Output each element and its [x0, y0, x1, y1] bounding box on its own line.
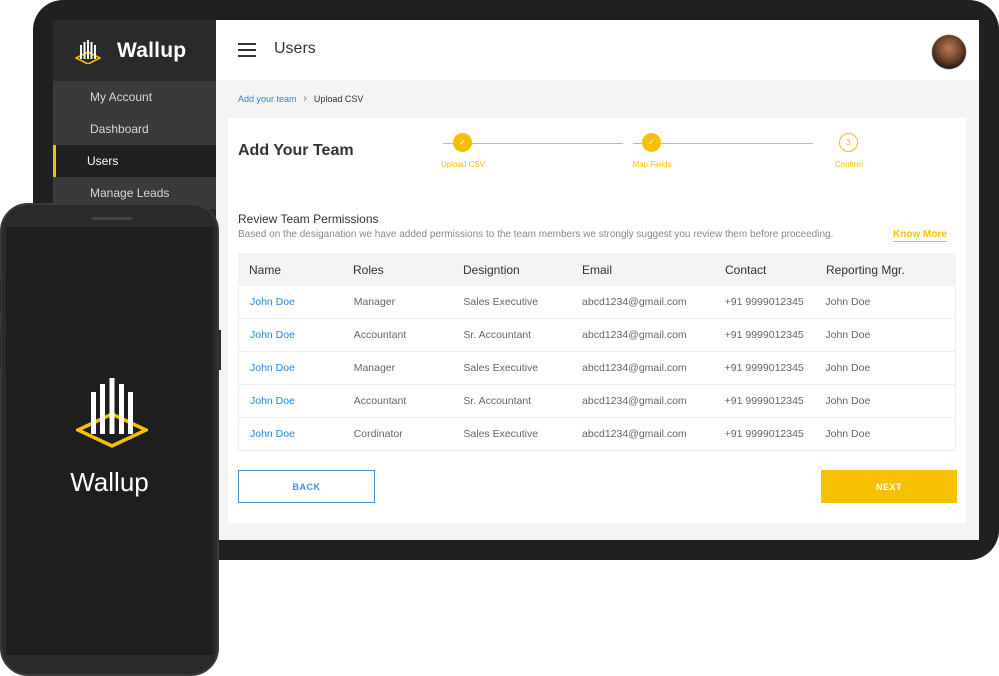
step-1-check-icon: ✓ [453, 133, 472, 152]
permissions-title: Review Team Permissions [238, 212, 379, 226]
member-name-link[interactable]: John Doe [250, 362, 295, 374]
chevron-right-icon: › [303, 93, 307, 104]
table-row: John Doe Manager Sales Executive abcd123… [238, 352, 956, 385]
cell-email: abcd1234@gmail.com [582, 296, 687, 308]
step-3-label: Confirm [834, 160, 864, 169]
phone-frame: Wallup [0, 203, 221, 676]
cell-role: Accountant [353, 395, 407, 407]
step-3-number: 3 [839, 133, 858, 152]
cell-contact: +91 9999012345 [724, 395, 804, 407]
brand-name: Wallup [117, 39, 187, 62]
cell-designation: Sales Executive [463, 296, 539, 308]
step-1-label: Upload CSV [440, 160, 486, 169]
header-email: Email [582, 262, 613, 277]
brand[interactable]: Wallup [75, 36, 186, 66]
table-row: John Doe Manager Sales Executive abcd123… [238, 286, 956, 319]
cell-reporting-mgr: John Doe [825, 395, 871, 407]
cell-reporting-mgr: John Doe [825, 428, 871, 440]
sidebar-item-my-account[interactable]: My Account [53, 81, 216, 113]
cell-contact: +91 9999012345 [724, 428, 804, 440]
cell-reporting-mgr: John Doe [825, 362, 871, 374]
team-table: Name Roles Designtion Email Contact Repo… [238, 253, 956, 451]
cell-role: Manager [353, 296, 396, 308]
cell-designation: Sr. Accountant [463, 329, 532, 341]
phone-volume-button [0, 330, 1, 370]
cell-designation: Sales Executive [463, 362, 539, 374]
cell-email: abcd1234@gmail.com [582, 395, 687, 407]
cell-role: Accountant [353, 329, 407, 341]
sidebar-item-label: Users [87, 154, 119, 168]
next-button[interactable]: NEXT [821, 470, 957, 503]
permissions-description: Based on the desiganation we have added … [238, 229, 834, 240]
cell-reporting-mgr: John Doe [825, 329, 871, 341]
member-name-link[interactable]: John Doe [250, 296, 295, 308]
phone-app-name: Wallup [70, 467, 149, 497]
wallup-logo-icon [75, 40, 101, 64]
cell-email: abcd1234@gmail.com [582, 362, 687, 374]
header-designation: Designtion [463, 262, 520, 277]
table-header: Name Roles Designtion Email Contact Repo… [238, 253, 956, 286]
cell-reporting-mgr: John Doe [825, 296, 871, 308]
header-roles: Roles [353, 262, 384, 277]
sidebar-item-users[interactable]: Users [53, 145, 216, 177]
table-row: John Doe Cordinator Sales Executive abcd… [238, 418, 956, 451]
step-2-check-icon: ✓ [642, 133, 661, 152]
page-title: Users [274, 40, 316, 57]
sidebar-item-dashboard[interactable]: Dashboard [53, 113, 216, 145]
phone-volume-button [0, 275, 1, 315]
wallup-logo-icon [76, 378, 148, 448]
phone-speaker [92, 217, 132, 220]
member-name-link[interactable]: John Doe [250, 329, 295, 341]
cell-email: abcd1234@gmail.com [582, 329, 687, 341]
breadcrumb: Add your team › Upload CSV [238, 93, 363, 104]
cell-contact: +91 9999012345 [724, 329, 804, 341]
header-name: Name [249, 262, 282, 277]
phone-power-button [218, 330, 221, 370]
cell-designation: Sales Executive [463, 428, 539, 440]
cell-contact: +91 9999012345 [724, 362, 804, 374]
breadcrumb-link[interactable]: Add your team [238, 94, 297, 104]
cell-email: abcd1234@gmail.com [582, 428, 687, 440]
breadcrumb-current: Upload CSV [313, 93, 364, 104]
sidebar-nav: My Account Dashboard Users Manage Leads [53, 81, 216, 209]
cell-designation: Sr. Accountant [463, 395, 532, 407]
know-more-link[interactable]: Know More [893, 229, 947, 242]
member-name-link[interactable]: John Doe [250, 395, 295, 407]
add-team-card: Add Your Team ✓ Upload CSV ✓ Map Fields … [228, 118, 966, 523]
table-row: John Doe Accountant Sr. Accountant abcd1… [238, 319, 956, 352]
member-name-link[interactable]: John Doe [250, 428, 295, 440]
sidebar-item-label: My Account [90, 90, 153, 104]
card-title: Add Your Team [238, 142, 354, 159]
cell-role: Manager [353, 362, 396, 374]
header-contact: Contact [725, 262, 767, 277]
back-button[interactable]: BACK [238, 470, 375, 503]
sidebar-item-label: Dashboard [90, 122, 149, 136]
table-row: John Doe Accountant Sr. Accountant abcd1… [238, 385, 956, 418]
cell-role: Cordinator [353, 428, 403, 440]
stepper: ✓ Upload CSV ✓ Map Fields 3 Confirm [416, 133, 886, 173]
sidebar-item-label: Manage Leads [90, 186, 170, 200]
top-bar: Users [216, 20, 979, 80]
avatar[interactable] [931, 34, 967, 70]
header-reporting-mgr: Reporting Mgr. [826, 262, 905, 277]
phone-splash-screen: Wallup [6, 227, 213, 655]
step-2-label: Map Fields [632, 160, 672, 169]
cell-contact: +91 9999012345 [724, 296, 804, 308]
hamburger-icon[interactable] [238, 43, 256, 57]
